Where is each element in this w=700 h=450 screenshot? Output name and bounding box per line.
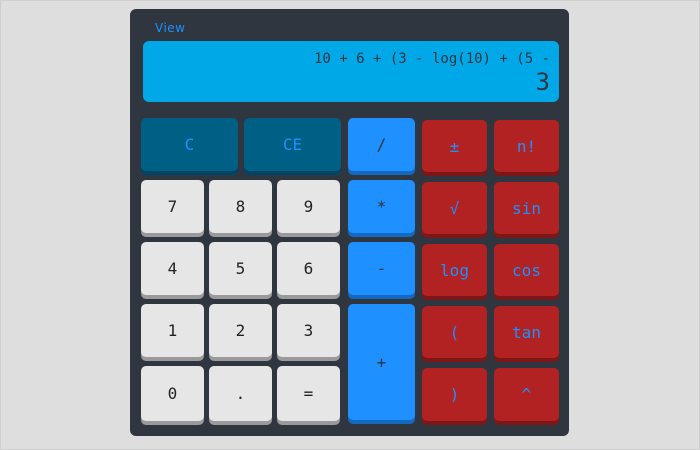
cos-button[interactable]: cos <box>494 244 559 296</box>
result-text: 3 <box>535 68 550 96</box>
digit-2-button[interactable]: 2 <box>209 304 272 357</box>
log-button[interactable]: log <box>422 244 487 296</box>
clear-button[interactable]: C <box>141 118 238 171</box>
clear-entry-button[interactable]: CE <box>244 118 341 171</box>
plus-minus-button[interactable]: ± <box>422 120 487 172</box>
view-menu[interactable]: View <box>155 21 185 35</box>
digit-8-button[interactable]: 8 <box>209 180 272 233</box>
decimal-button[interactable]: . <box>209 366 272 421</box>
close-paren-button[interactable]: ) <box>422 368 487 421</box>
calculator-display: 10 + 6 + (3 - log(10) + (5 - 3 <box>143 41 559 102</box>
minus-button[interactable]: - <box>348 242 415 295</box>
digit-5-button[interactable]: 5 <box>209 242 272 295</box>
square-root-button[interactable]: √ <box>422 182 487 234</box>
factorial-button[interactable]: n! <box>494 120 559 172</box>
tan-button[interactable]: tan <box>494 306 559 358</box>
sin-button[interactable]: sin <box>494 182 559 234</box>
open-paren-button[interactable]: ( <box>422 306 487 358</box>
plus-button[interactable]: + <box>348 304 415 420</box>
digit-7-button[interactable]: 7 <box>141 180 204 233</box>
digit-6-button[interactable]: 6 <box>277 242 340 295</box>
expression-text: 10 + 6 + (3 - log(10) + (5 - <box>313 51 550 67</box>
equals-button[interactable]: = <box>277 366 340 421</box>
calculator-window: View 10 + 6 + (3 - log(10) + (5 - 3 C CE… <box>130 9 569 436</box>
power-button[interactable]: ^ <box>494 368 559 421</box>
digit-0-button[interactable]: 0 <box>141 366 204 421</box>
multiply-button[interactable]: * <box>348 180 415 233</box>
digit-9-button[interactable]: 9 <box>277 180 340 233</box>
digit-4-button[interactable]: 4 <box>141 242 204 295</box>
digit-1-button[interactable]: 1 <box>141 304 204 357</box>
divide-button[interactable]: / <box>348 118 415 171</box>
digit-3-button[interactable]: 3 <box>277 304 340 357</box>
